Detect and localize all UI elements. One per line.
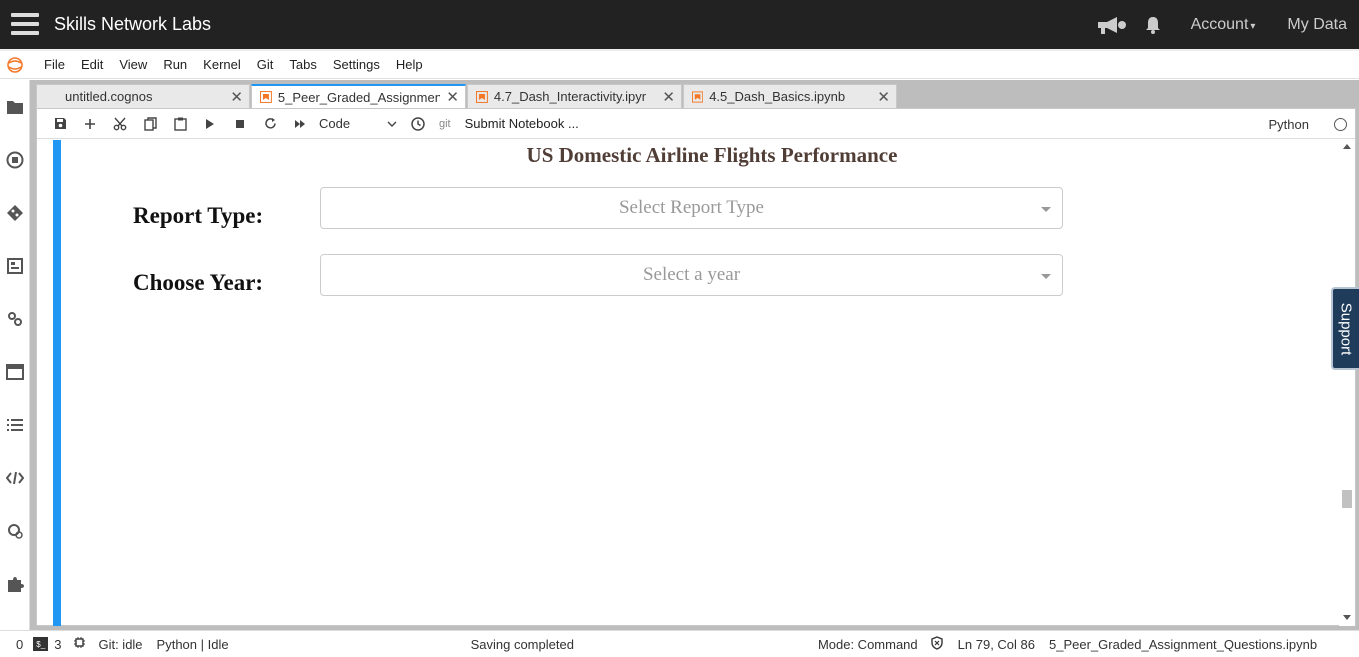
dropdown-arrow-icon <box>1041 207 1051 212</box>
close-icon[interactable]: ✕ <box>446 88 459 106</box>
left-sidebar <box>0 80 30 630</box>
vertical-scrollbar[interactable] <box>1339 140 1355 626</box>
settings-gears-icon[interactable] <box>0 292 30 345</box>
notebook-toolbar: Code git Submit Notebook ... Python <box>37 109 1355 139</box>
notebook-content: US Domestic Airline Flights Performance … <box>37 140 1355 626</box>
close-icon[interactable]: ✕ <box>230 88 243 106</box>
notebook-icon <box>692 90 704 103</box>
year-placeholder: Select a year <box>642 264 741 285</box>
add-cell-icon[interactable] <box>75 112 105 136</box>
menu-edit[interactable]: Edit <box>73 57 111 72</box>
tab-dash-basics[interactable]: 4.5_Dash_Basics.ipynb ✕ <box>683 84 897 108</box>
menu-run[interactable]: Run <box>155 57 195 72</box>
restart-icon[interactable] <box>255 112 285 136</box>
cut-icon[interactable] <box>105 112 135 136</box>
menu-settings[interactable]: Settings <box>325 57 388 72</box>
running-stop-icon[interactable] <box>0 133 30 186</box>
active-cell-indicator[interactable] <box>53 140 61 626</box>
run-icon[interactable] <box>195 112 225 136</box>
dropdown-arrow-icon <box>1041 274 1051 279</box>
account-menu[interactable]: Account ▾ <box>1179 16 1268 34</box>
save-icon[interactable] <box>45 112 75 136</box>
git-status[interactable]: Git: idle <box>92 637 148 652</box>
cursor-position[interactable]: Ln 79, Col 86 <box>950 637 1041 652</box>
git-label[interactable]: git <box>439 118 451 130</box>
scroll-down-icon[interactable] <box>1343 615 1351 620</box>
menu-view[interactable]: View <box>111 57 155 72</box>
tab-dash-interactivity[interactable]: 4.7_Dash_Interactivity.ipyr ✕ <box>467 84 682 108</box>
scroll-thumb[interactable] <box>1342 490 1352 508</box>
tab-bar: untitled.cognos ✕ 5_Peer_Graded_Assignme… <box>36 84 898 108</box>
code-snippets-icon[interactable] <box>0 451 30 504</box>
menu-file[interactable]: File <box>36 57 73 72</box>
menu-help[interactable]: Help <box>388 57 431 72</box>
year-dropdown[interactable]: Select a year <box>320 254 1063 296</box>
copy-icon[interactable] <box>135 112 165 136</box>
terminal-count[interactable]: 3 <box>52 637 67 652</box>
jupyter-logo-icon <box>2 51 28 79</box>
dashboard-title: US Domestic Airline Flights Performance <box>526 143 898 167</box>
brand-title[interactable]: Skills Network Labs <box>54 14 211 35</box>
support-tab[interactable]: Support <box>1331 287 1359 370</box>
menu-bar: File Edit View Run Kernel Git Tabs Setti… <box>0 49 1359 79</box>
hamburger-menu-icon[interactable] <box>11 13 39 37</box>
report-type-dropdown[interactable]: Select Report Type <box>320 187 1063 229</box>
megaphone-icon[interactable] <box>1093 0 1129 49</box>
clock-icon[interactable] <box>403 112 433 136</box>
notebook-icon <box>476 90 488 103</box>
git-icon[interactable] <box>0 186 30 239</box>
mode-status[interactable]: Mode: Command <box>812 637 924 652</box>
tab-untitled-cognos[interactable]: untitled.cognos ✕ <box>36 84 250 108</box>
notebook-icon <box>260 91 272 103</box>
my-data-link[interactable]: My Data <box>1275 16 1359 34</box>
shield-icon[interactable] <box>924 635 950 653</box>
cell-type-select[interactable]: Code <box>319 116 403 131</box>
menu-kernel[interactable]: Kernel <box>195 57 249 72</box>
chevron-down-icon <box>387 121 397 127</box>
table-of-contents-icon[interactable] <box>0 398 30 451</box>
terminal-icon[interactable]: $_ <box>33 637 49 651</box>
main-area: untitled.cognos ✕ 5_Peer_Graded_Assignme… <box>30 80 1359 630</box>
bell-icon[interactable] <box>1135 0 1171 49</box>
stop-icon[interactable] <box>225 112 255 136</box>
close-icon[interactable]: ✕ <box>877 88 890 106</box>
menu-tabs[interactable]: Tabs <box>281 57 324 72</box>
top-header: Skills Network Labs Account ▾ My Data <box>0 0 1359 49</box>
close-icon[interactable]: ✕ <box>662 88 675 106</box>
status-count[interactable]: 0 <box>0 637 29 652</box>
scroll-up-icon[interactable] <box>1343 144 1351 149</box>
current-filename: 5_Peer_Graded_Assignment_Questions.ipynb <box>1049 636 1318 652</box>
tabs-window-icon[interactable] <box>0 345 30 398</box>
cpu-icon[interactable] <box>67 636 92 652</box>
property-inspector-icon[interactable] <box>0 239 30 292</box>
submit-notebook-button[interactable]: Submit Notebook ... <box>465 116 579 131</box>
kernel-name[interactable]: Python <box>1269 117 1309 132</box>
status-bar: 0 $_ 3 Git: idle Python | Idle Saving co… <box>0 630 1359 657</box>
tab-peer-graded-assignment[interactable]: 5_Peer_Graded_Assignmen ✕ <box>251 84 466 108</box>
caret-down-icon: ▾ <box>1250 20 1256 32</box>
cloud-settings-icon[interactable] <box>0 504 30 557</box>
extensions-puzzle-icon[interactable] <box>0 557 30 610</box>
fast-forward-icon[interactable] <box>285 112 315 136</box>
saving-status: Saving completed <box>470 636 574 652</box>
notebook-panel: Code git Submit Notebook ... Python US D… <box>36 108 1356 626</box>
menu-git[interactable]: Git <box>249 57 282 72</box>
kernel-status[interactable]: Python | Idle <box>149 637 235 652</box>
folder-icon[interactable] <box>0 80 30 133</box>
choose-year-label: Choose Year: <box>133 270 264 295</box>
report-type-label: Report Type: <box>133 203 264 228</box>
kernel-status-icon <box>1334 118 1347 131</box>
report-type-placeholder: Select Report Type <box>618 197 764 218</box>
paste-icon[interactable] <box>165 112 195 136</box>
